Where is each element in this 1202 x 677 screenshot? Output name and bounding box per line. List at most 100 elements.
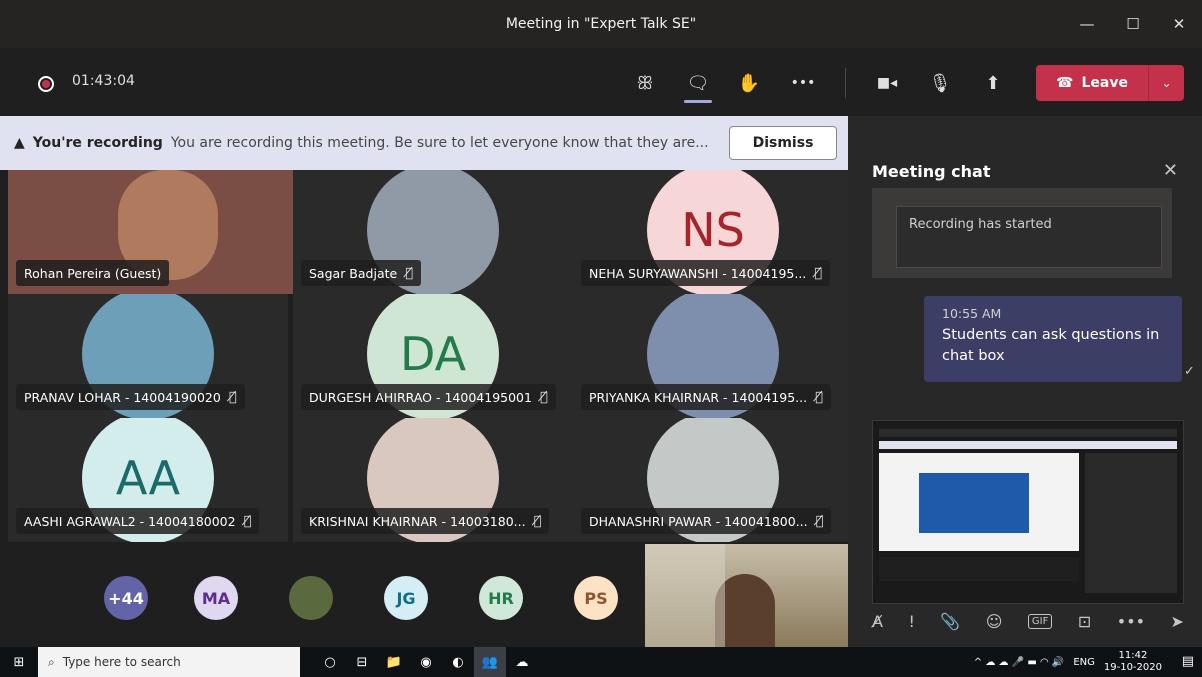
participant-grid: Rohan Pereira (Guest) Sagar Badjate 🎙̸ NS NE… xyxy=(0,170,853,544)
muted-mic-icon: 🎙̸ xyxy=(815,389,823,405)
compose-toolbar: A̸! 📎 ☺ GIF ⊡ ••• ➤ xyxy=(872,606,1184,636)
participant-name-label: Rohan Pereira (Guest) xyxy=(16,260,170,286)
phone-hangup-icon: ☎ xyxy=(1056,75,1074,91)
shared-screen-thumbnail[interactable] xyxy=(872,420,1184,604)
edge-icon[interactable]: ◐ xyxy=(442,647,474,677)
overflow-participant-avatar[interactable]: HR xyxy=(479,576,523,620)
overflow-participant-avatar[interactable]: JG xyxy=(384,576,428,620)
participant-name: DHANASHRI PAWAR - 140041800... xyxy=(589,513,808,529)
leave-button[interactable]: ☎ Leave xyxy=(1036,65,1148,101)
meeting-timer: 01:43:04 xyxy=(72,73,135,89)
participant-name: PRANAV LOHAR - 14004190020 xyxy=(24,389,221,405)
banner-message: You are recording this meeting. Be sure … xyxy=(170,135,709,151)
banner-title: You're recording xyxy=(32,135,163,151)
chat-message: 10:55 AM Students can ask questions in c… xyxy=(924,296,1182,382)
widgets-icon[interactable]: ⊟ xyxy=(346,647,378,677)
participant-tile[interactable]: Sagar Badjate 🎙̸ xyxy=(293,170,573,294)
muted-mic-icon: 🎙̸ xyxy=(228,389,237,405)
taskbar-apps: ○ ⊟ 📁 ◉ ◐ 👥 ☁ xyxy=(314,647,538,677)
overflow-participant-avatar[interactable] xyxy=(289,576,333,620)
participant-name-label: DURGESH AHIRRAO - 14004195001 🎙̸ xyxy=(301,384,556,410)
notification-icon[interactable]: ▤ xyxy=(1182,654,1194,669)
raise-hand-icon[interactable]: ✋ xyxy=(734,68,764,98)
important-icon[interactable]: ! xyxy=(908,612,914,631)
file-explorer-icon[interactable]: 📁 xyxy=(378,647,410,677)
participant-tile[interactable]: NS NEHA SURYAWANSHI - 14004195... 🎙̸ xyxy=(573,170,853,294)
participant-tile[interactable]: DA DURGESH AHIRRAO - 14004195001 🎙̸ xyxy=(293,294,573,418)
window-light xyxy=(645,544,725,647)
participant-tile[interactable]: AA AASHI AGRAWAL2 - 14004180002 🎙̸ xyxy=(8,418,288,542)
camera-icon[interactable]: ■◂ xyxy=(872,68,902,98)
sticker-icon[interactable]: ⊡ xyxy=(1078,612,1091,631)
participant-name: KRISHNAI KHAIRNAR - 14003180... xyxy=(309,513,526,529)
teams-icon[interactable]: 👥 xyxy=(474,647,506,677)
muted-mic-icon: 🎙̸ xyxy=(814,265,823,281)
message-text: Students can ask questions in chat box xyxy=(942,327,1160,364)
muted-mic-icon: 🎙̸ xyxy=(533,513,542,529)
task-view-icon[interactable]: ○ xyxy=(314,647,346,677)
leave-label: Leave xyxy=(1081,75,1128,91)
more-options-icon[interactable]: ••• xyxy=(1117,612,1145,631)
send-icon[interactable]: ➤ xyxy=(1171,612,1184,631)
thumbnail-banner xyxy=(879,441,1177,449)
participant-tile[interactable]: KRISHNAI KHAIRNAR - 14003180... 🎙̸ xyxy=(293,418,573,542)
window-title: Meeting in "Expert Talk SE" xyxy=(505,16,697,32)
leave-options-chevron-icon[interactable]: ⌄ xyxy=(1148,65,1184,101)
microphone-icon[interactable]: 🎙 xyxy=(925,68,955,98)
thumbnail-avatars xyxy=(879,557,1079,581)
clock-time: 11:42 xyxy=(1118,650,1148,661)
overflow-participant-avatar[interactable]: PS xyxy=(574,576,618,620)
emoji-icon[interactable]: ☺ xyxy=(986,612,1003,631)
participant-tile[interactable]: Rohan Pereira (Guest) xyxy=(8,170,293,294)
gif-icon[interactable]: GIF xyxy=(1027,613,1053,629)
start-icon[interactable]: ⊞ xyxy=(0,647,38,677)
whatsapp-icon[interactable]: ◉ xyxy=(410,647,442,677)
chat-active-indicator xyxy=(684,100,712,103)
search-icon: ⌕ xyxy=(48,654,55,669)
thumbnail-participants xyxy=(1085,453,1177,593)
participant-tile[interactable]: PRANAV LOHAR - 14004190020 🎙̸ xyxy=(8,294,288,418)
clock[interactable]: 11:42 19-10-2020 xyxy=(1104,650,1162,674)
windows-taskbar: ⊞ ⌕ Type here to search ○ ⊟ 📁 ◉ ◐ 👥 ☁ ^ ☁ ☁ 🎤 … xyxy=(0,647,1202,677)
participant-tile[interactable]: DHANASHRI PAWAR - 140041800... 🎙̸ xyxy=(573,418,853,542)
close-chat-icon[interactable]: ✕ xyxy=(1163,160,1178,181)
close-window-button[interactable]: ✕ xyxy=(1156,0,1202,48)
chat-icon[interactable]: 🗨 xyxy=(683,68,713,98)
teams-meeting-window: Meeting in "Expert Talk SE" — ☐ ✕ 01:43:… xyxy=(0,0,1202,677)
meeting-toolbar: 01:43:04 ꕥ 🗨 ✋ ••• ■◂ 🎙 ⬆ ☎ Leave ⌄ xyxy=(0,48,1202,116)
message-read-icon: ✓ xyxy=(1184,364,1195,379)
system-tray: ^ ☁ ☁ 🎤 ▬ ◠ 🔊 ENG 11:42 19-10-2020 xyxy=(974,647,1162,677)
taskbar-search-input[interactable]: ⌕ Type here to search xyxy=(38,647,300,677)
language-indicator[interactable]: ENG xyxy=(1073,657,1095,668)
onedrive-icon[interactable]: ☁ xyxy=(506,647,538,677)
participant-name-label: DHANASHRI PAWAR - 140041800... 🎙̸ xyxy=(581,508,832,534)
share-screen-icon[interactable]: ⬆ xyxy=(978,68,1008,98)
overflow-participant-avatar[interactable]: MA xyxy=(194,576,238,620)
muted-mic-icon: 🎙̸ xyxy=(243,513,252,529)
muted-mic-icon: 🎙̸ xyxy=(539,389,548,405)
minimize-button[interactable]: — xyxy=(1064,0,1110,48)
title-bar: Meeting in "Expert Talk SE" — ☐ ✕ xyxy=(0,0,1202,48)
more-actions-icon[interactable]: ••• xyxy=(788,68,818,98)
maximize-button[interactable]: ☐ xyxy=(1110,0,1156,48)
more-participants-button[interactable]: +44 xyxy=(104,576,148,620)
participant-name-label: PRANAV LOHAR - 14004190020 🎙̸ xyxy=(16,384,245,410)
format-icon[interactable]: A̸ xyxy=(872,612,883,631)
participant-name: Rohan Pereira (Guest) xyxy=(24,265,162,281)
warning-icon: ▲ xyxy=(14,135,25,151)
tray-icons[interactable]: ^ ☁ ☁ 🎤 ▬ ◠ 🔊 xyxy=(974,657,1065,668)
participant-name-label: PRIYANKA KHAIRNAR - 14004195... 🎙̸ xyxy=(581,384,831,410)
muted-mic-icon: 🎙̸ xyxy=(405,265,414,281)
participant-name: PRIYANKA KHAIRNAR - 14004195... xyxy=(589,389,808,405)
self-video-preview[interactable] xyxy=(645,544,848,647)
participant-name-label: AASHI AGRAWAL2 - 14004180002 🎙̸ xyxy=(16,508,260,534)
participant-name: DURGESH AHIRRAO - 14004195001 xyxy=(309,389,532,405)
toolbar-divider xyxy=(845,68,846,98)
message-time: 10:55 AM xyxy=(942,306,1002,321)
dismiss-button[interactable]: Dismiss xyxy=(729,126,837,160)
participant-tile[interactable]: PRIYANKA KHAIRNAR - 14004195... 🎙̸ xyxy=(573,294,853,418)
participants-icon[interactable]: ꕥ xyxy=(630,68,660,98)
overflow-participant-strip: +44 MA JG HR PS xyxy=(0,544,848,647)
participant-name: NEHA SURYAWANSHI - 14004195... xyxy=(589,265,807,281)
attach-icon[interactable]: 📎 xyxy=(940,612,960,631)
